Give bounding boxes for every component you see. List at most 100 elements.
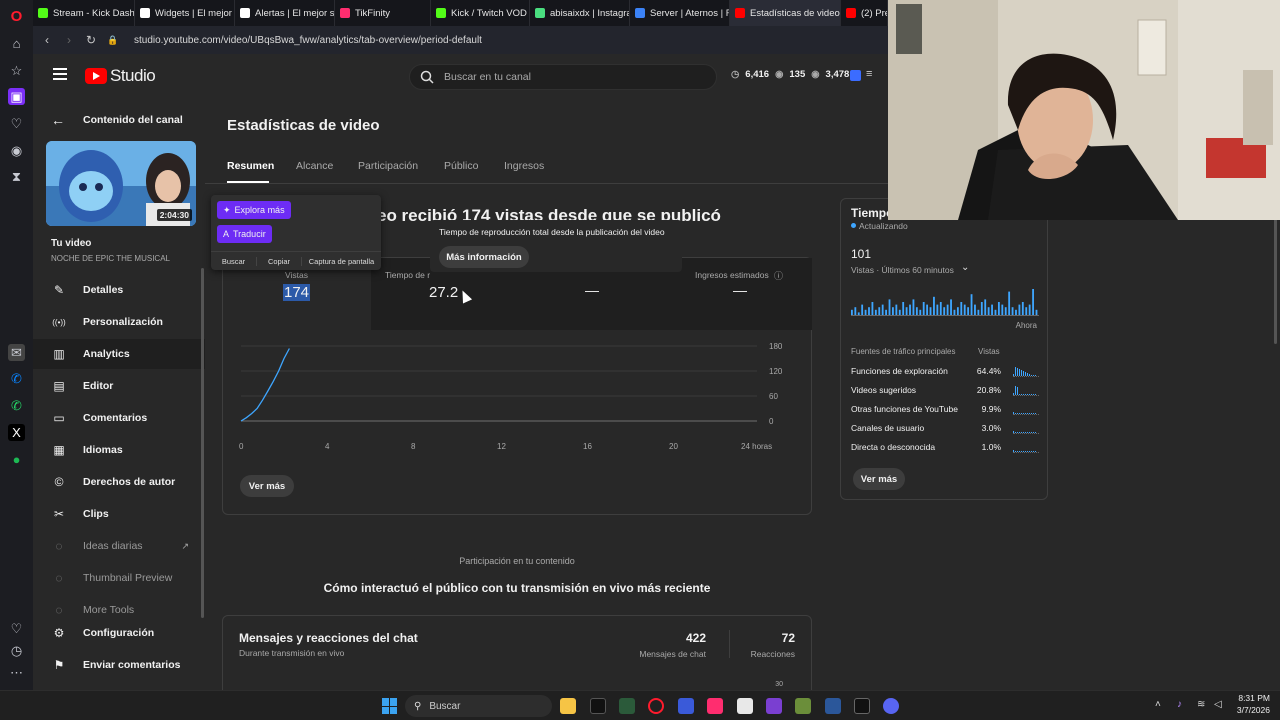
realtime-bar: [885, 309, 887, 315]
y-tick-label: 0: [769, 417, 774, 426]
word-icon[interactable]: [825, 698, 841, 714]
url-field[interactable]: studio.youtube.com/video/UBqsBwa_fww/ana…: [134, 35, 482, 46]
sidebar-item-feedback[interactable]: ⚑ Enviar comentarios: [33, 650, 205, 680]
filter-icon[interactable]: ≡: [866, 68, 872, 80]
visual-studio-icon[interactable]: [766, 698, 782, 714]
explore-button[interactable]: ✦ Explora más: [217, 201, 291, 219]
sidebar-item-thumbnail-preview[interactable]: ◌ Thumbnail Preview: [33, 563, 205, 593]
sidebar-item-settings[interactable]: ⚙ Configuración: [33, 618, 205, 648]
windows-start-icon[interactable]: [382, 698, 398, 714]
tab-público[interactable]: Público: [444, 160, 478, 172]
popup-copy-action[interactable]: Copiar: [256, 256, 301, 266]
more-info-button[interactable]: Más información: [439, 246, 529, 268]
browser-tab[interactable]: Server | Aternos | Free: [630, 0, 730, 26]
sidebar-item-personalizaci-n[interactable]: ((•)) Personalización: [33, 307, 205, 337]
search-input[interactable]: Buscar en tu canal: [409, 64, 717, 90]
messenger-icon[interactable]: ✆: [8, 370, 25, 387]
notepad-icon[interactable]: [737, 698, 753, 714]
sidebar-item-ideas-diarias[interactable]: ◌ Ideas diarias ↗: [33, 531, 205, 561]
twitch-icon[interactable]: ▣: [8, 88, 25, 105]
volume-icon[interactable]: ◁: [1214, 699, 1222, 710]
opera-taskbar-icon[interactable]: [648, 698, 664, 714]
taskbar-date[interactable]: 3/7/2026: [1228, 705, 1270, 715]
browser-tab[interactable]: Widgets | El mejor soft: [135, 0, 235, 26]
home-icon[interactable]: ⌂: [8, 35, 25, 52]
tab-alcance[interactable]: Alcance: [296, 160, 333, 172]
flow-icon[interactable]: ◉: [8, 142, 25, 159]
sidebar-scrollbar[interactable]: [201, 268, 204, 618]
realtime-see-more-button[interactable]: Ver más: [853, 468, 905, 490]
file-explorer-icon[interactable]: [560, 698, 576, 714]
see-more-button[interactable]: Ver más: [240, 475, 294, 497]
forward-icon[interactable]: ›: [58, 29, 80, 51]
mic-icon[interactable]: ♪: [1177, 699, 1182, 710]
metric-views-value: 174: [283, 284, 311, 301]
browser-tab[interactable]: Stream - Kick Dashboa: [33, 0, 135, 26]
tikfinity-icon[interactable]: [707, 698, 723, 714]
whatsapp-icon[interactable]: ✆: [8, 397, 25, 414]
tab-favicon-icon: [340, 8, 350, 18]
tab-resumen[interactable]: Resumen: [227, 160, 274, 172]
popup-search-action[interactable]: Buscar: [211, 257, 256, 266]
popup-screenshot-action[interactable]: Captura de pantalla: [301, 256, 381, 266]
copyright-icon: ©: [54, 475, 64, 489]
history-icon[interactable]: ◷: [8, 642, 25, 659]
wifi-icon[interactable]: ≋: [1197, 699, 1205, 710]
more-icon[interactable]: ⋯: [8, 664, 25, 681]
x-icon[interactable]: X: [8, 424, 25, 441]
tab-label: abisaixdx | Instagram,: [550, 7, 629, 19]
sidebar-item-idiomas[interactable]: ▦ Idiomas: [33, 435, 205, 465]
spotify-icon[interactable]: ●: [8, 451, 25, 468]
browser-tab[interactable]: TikFinity: [335, 0, 431, 26]
discord-icon[interactable]: [883, 698, 899, 714]
browser-tab[interactable]: abisaixdx | Instagram,: [530, 0, 630, 26]
app-icon[interactable]: [590, 698, 606, 714]
menu-icon[interactable]: [53, 68, 67, 80]
translate-button[interactable]: A Traducir: [217, 225, 272, 243]
browser-tab[interactable]: (2) Prese: [841, 0, 888, 26]
speed-dial-icon[interactable]: ☆: [8, 62, 25, 79]
opera-logo-icon[interactable]: O: [8, 8, 25, 25]
sidebar-item-derechos-de-autor[interactable]: © Derechos de autor: [33, 467, 205, 497]
chevron-up-icon[interactable]: ˄: [1155, 699, 1161, 710]
taskbar-search[interactable]: ⚲ Buscar: [405, 695, 552, 717]
back-icon[interactable]: ‹: [36, 29, 58, 51]
sidebar-item-clips[interactable]: ✂ Clips: [33, 499, 205, 529]
back-arrow-icon[interactable]: ←: [51, 112, 65, 128]
sidebar-item-comentarios[interactable]: ▭ Comentarios: [33, 403, 205, 433]
tab-ingresos[interactable]: Ingresos: [504, 160, 544, 172]
external-link-icon[interactable]: ↗: [181, 541, 189, 552]
youtube-logo-icon[interactable]: [85, 68, 107, 84]
heart-icon[interactable]: ♡: [8, 620, 25, 637]
channel-content-link[interactable]: Contenido del canal: [83, 114, 183, 126]
heart-icon[interactable]: ♡: [8, 115, 25, 132]
translate-ext-icon[interactable]: [850, 70, 861, 81]
browser-tab[interactable]: Estadísticas de video - Yo: [730, 0, 841, 26]
y-tick-label: 60: [769, 392, 778, 401]
realtime-bar: [984, 299, 987, 315]
realtime-bar: [888, 299, 891, 315]
realtime-bar: [933, 296, 935, 315]
tab-participación[interactable]: Participación: [358, 160, 418, 172]
active-tab-indicator: [227, 181, 269, 183]
info-icon[interactable]: ⓘ: [774, 269, 783, 282]
reload-icon[interactable]: ↻: [80, 29, 102, 51]
app-icon[interactable]: [678, 698, 694, 714]
video-thumbnail[interactable]: 2:04:30: [46, 141, 196, 226]
browser-tab[interactable]: Alertas | El mejor softw: [235, 0, 335, 26]
lock-icon[interactable]: 🔒: [102, 29, 124, 51]
image-icon: ◌: [55, 571, 63, 585]
taskbar-time[interactable]: 8:31 PM: [1232, 693, 1270, 703]
chevron-down-icon[interactable]: ⌄: [961, 262, 969, 273]
sidebar-item-analytics[interactable]: ▥ Analytics: [33, 339, 205, 369]
app-icon[interactable]: [619, 698, 635, 714]
terminal-icon[interactable]: [854, 698, 870, 714]
hourglass-icon[interactable]: ⧗: [8, 168, 25, 185]
browser-tab[interactable]: Kick / Twitch VOD dow: [431, 0, 530, 26]
gmail-icon[interactable]: ✉: [8, 344, 25, 361]
sidebar-item-detalles[interactable]: ✎ Detalles: [33, 275, 205, 305]
metric-revenue[interactable]: Ingresos estimados ⓘ —: [666, 258, 812, 330]
sidebar-item-editor[interactable]: ▤ Editor: [33, 371, 205, 401]
tab-favicon-icon: [38, 8, 48, 18]
minecraft-icon[interactable]: [795, 698, 811, 714]
